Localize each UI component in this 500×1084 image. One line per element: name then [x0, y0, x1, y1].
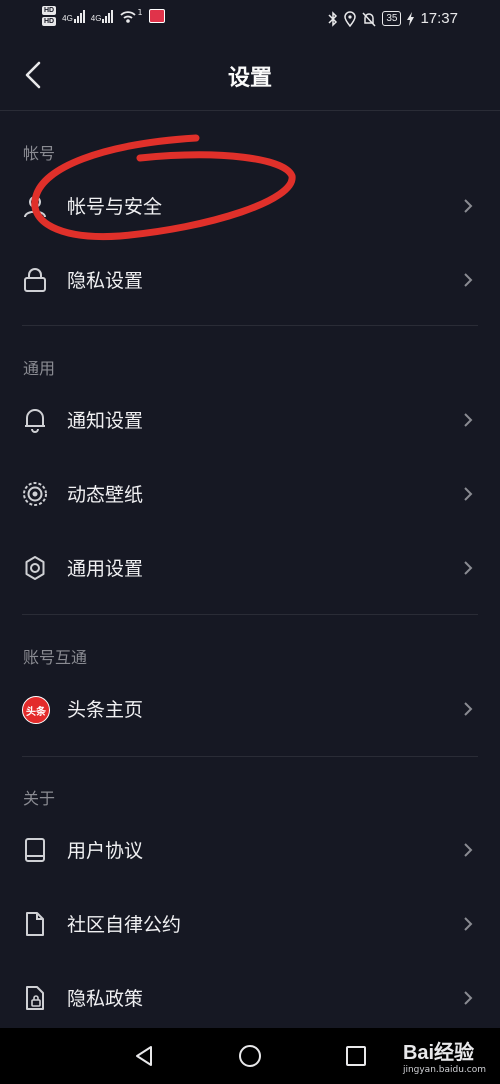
page-title: 设置 — [227, 66, 272, 91]
hd-badge: HD — [42, 6, 57, 15]
charging-icon — [407, 11, 415, 26]
nav-recents-icon[interactable] — [344, 1044, 368, 1068]
wifi-icon — [120, 11, 137, 23]
chevron-right-icon — [464, 487, 473, 501]
item-label: 隐私设置 — [67, 270, 144, 292]
chevron-right-icon — [464, 273, 473, 287]
wallpaper-icon — [23, 482, 47, 506]
lock-icon — [24, 268, 46, 292]
bluetooth-icon — [328, 10, 338, 27]
user-icon — [24, 196, 46, 218]
privacy-doc-icon — [26, 986, 44, 1010]
section-label-linked-accounts: 账号互通 — [23, 648, 88, 667]
settings-item-live-wallpaper[interactable]: 动态壁纸 — [0, 456, 500, 530]
signal-bars-icon — [73, 9, 85, 23]
signal-1: 4G — [62, 9, 85, 23]
chevron-right-icon — [464, 199, 473, 213]
settings-item-community-guidelines[interactable]: 社区自律公约 — [0, 886, 500, 960]
item-label: 通知设置 — [67, 410, 144, 432]
hd-badges: HD HD — [42, 6, 57, 26]
section-divider — [22, 756, 478, 757]
settings-item-privacy-policy[interactable]: 隐私政策 — [0, 960, 500, 1034]
system-navigation-bar: Bai经验 jingyan.baidu.com — [0, 1028, 500, 1084]
page-header: 设置 — [0, 40, 500, 111]
section-label-about: 关于 — [23, 789, 56, 808]
network-type: 4G — [62, 14, 73, 23]
item-label: 头条主页 — [67, 699, 144, 721]
baidu-jingyan-watermark: Bai经验 jingyan.baidu.com — [403, 1036, 486, 1075]
signal-2: 4G — [91, 9, 114, 23]
item-label: 用户协议 — [67, 840, 144, 862]
section-label-account: 帐号 — [23, 144, 56, 163]
battery-icon: 35 — [382, 11, 402, 26]
section-divider — [22, 614, 478, 615]
document-icon — [26, 912, 44, 936]
section-divider — [22, 325, 478, 326]
item-label: 动态壁纸 — [67, 484, 144, 506]
watermark-logo-text: Bai经验 — [402, 1042, 475, 1064]
chevron-right-icon — [464, 702, 473, 716]
settings-item-user-agreement[interactable]: 用户协议 — [0, 812, 500, 886]
watermark-url: jingyan.baidu.com — [402, 1065, 486, 1075]
section-label-general: 通用 — [23, 359, 56, 378]
wifi-badge: 1 — [137, 7, 143, 17]
item-label: 隐私政策 — [67, 988, 144, 1010]
item-label: 社区自律公约 — [67, 914, 182, 936]
mute-bell-icon — [362, 11, 376, 27]
settings-item-account-security[interactable]: 帐号与安全 — [0, 168, 500, 242]
chevron-right-icon — [464, 917, 473, 931]
network-type: 4G — [90, 14, 102, 23]
book-icon — [25, 838, 45, 862]
settings-item-privacy[interactable]: 隐私设置 — [0, 242, 500, 316]
bell-icon — [25, 409, 45, 433]
toutiao-logo-icon: 头条 — [22, 696, 50, 724]
item-label: 帐号与安全 — [67, 196, 163, 218]
chevron-right-icon — [464, 843, 473, 857]
signal-bars-icon — [102, 9, 114, 23]
chevron-right-icon — [464, 991, 473, 1005]
hd-badge: HD — [42, 17, 57, 26]
chevron-right-icon — [464, 561, 473, 575]
nav-home-icon[interactable] — [238, 1044, 262, 1068]
settings-item-notifications[interactable]: 通知设置 — [0, 382, 500, 456]
clock: 17:37 — [420, 10, 458, 27]
settings-item-general[interactable]: 通用设置 — [0, 530, 500, 604]
status-bar: HD HD 4G 4G 1 35 17:37 — [0, 0, 500, 40]
settings-item-toutiao-homepage[interactable]: 头条 头条主页 — [0, 671, 500, 745]
nav-back-icon[interactable] — [132, 1044, 156, 1068]
chevron-right-icon — [464, 413, 473, 427]
message-notification-icon — [148, 9, 165, 23]
gear-icon — [25, 556, 45, 580]
location-icon — [344, 10, 357, 27]
item-label: 通用设置 — [67, 558, 144, 580]
